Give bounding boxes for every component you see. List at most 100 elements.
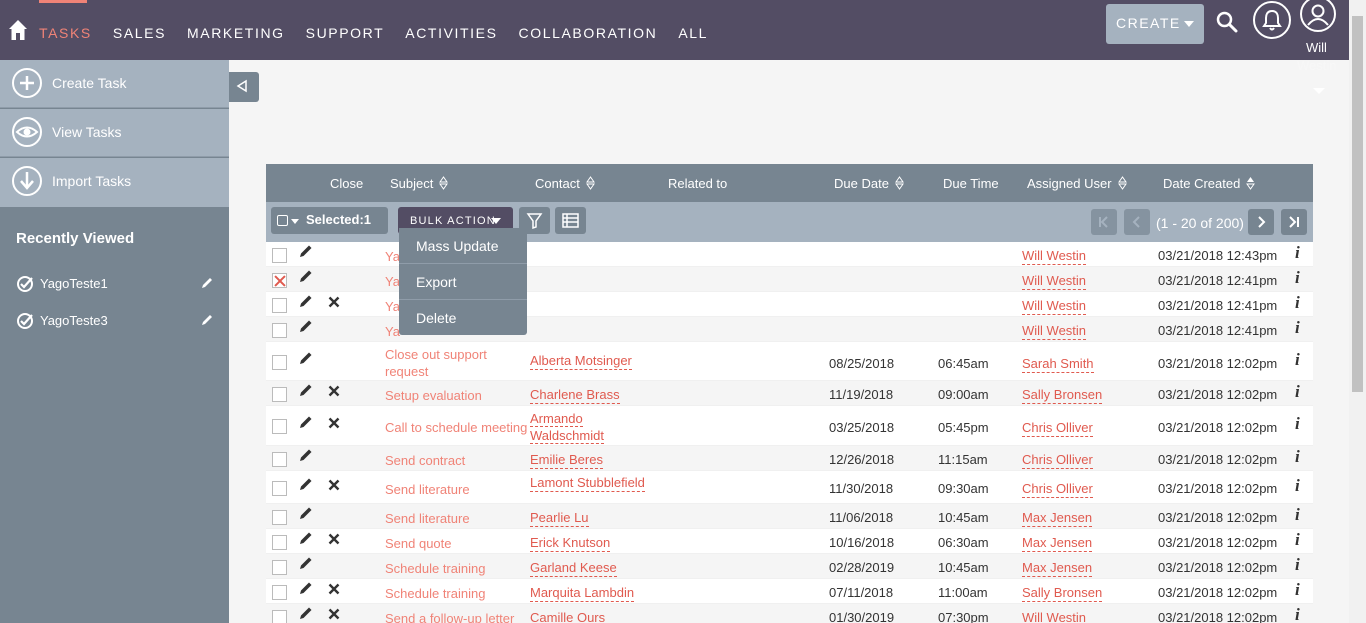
col-subject[interactable]: Subject xyxy=(390,176,449,191)
user-name[interactable]: Will xyxy=(1306,40,1327,55)
info-icon[interactable]: i xyxy=(1295,580,1300,600)
sidebar-create-task[interactable]: Create Task xyxy=(0,60,229,108)
close-icon[interactable] xyxy=(328,533,340,545)
task-subject[interactable]: Ya xyxy=(385,323,400,340)
row-checkbox[interactable] xyxy=(272,419,287,434)
pencil-icon[interactable] xyxy=(299,415,313,429)
task-assigned-user[interactable]: Will Westin xyxy=(1022,323,1087,340)
info-icon[interactable]: i xyxy=(1295,605,1300,623)
menu-mass-update[interactable]: Mass Update xyxy=(399,228,527,264)
info-icon[interactable]: i xyxy=(1295,243,1300,263)
pencil-icon[interactable] xyxy=(299,606,313,620)
task-assigned-user[interactable]: Sally Bronsen xyxy=(1022,387,1103,404)
home-icon[interactable] xyxy=(8,19,28,41)
prev-page-button[interactable] xyxy=(1124,209,1150,235)
first-page-button[interactable] xyxy=(1091,209,1117,235)
col-assigned-user[interactable]: Assigned User xyxy=(1027,176,1127,191)
row-checkbox[interactable] xyxy=(272,248,287,263)
nav-sales[interactable]: SALES xyxy=(113,25,166,41)
sidebar-collapse-button[interactable] xyxy=(229,72,259,102)
task-contact[interactable]: Marquita Lambdin xyxy=(530,585,635,602)
close-icon[interactable] xyxy=(328,583,340,595)
task-contact[interactable]: Pearlie Lu xyxy=(530,510,589,527)
user-menu-button[interactable] xyxy=(1300,0,1336,32)
close-icon[interactable] xyxy=(328,608,340,620)
pencil-icon[interactable] xyxy=(299,581,313,595)
task-subject[interactable]: Send literature xyxy=(385,481,470,498)
pencil-icon[interactable] xyxy=(200,276,214,290)
info-icon[interactable]: i xyxy=(1295,476,1300,496)
menu-delete[interactable]: Delete xyxy=(399,300,527,336)
task-contact[interactable]: Alberta Motsinger xyxy=(530,353,632,370)
sidebar-import-tasks[interactable]: Import Tasks xyxy=(0,158,229,207)
pencil-icon[interactable] xyxy=(299,351,313,365)
task-assigned-user[interactable]: Chris Olliver xyxy=(1022,452,1093,469)
close-icon[interactable] xyxy=(328,417,340,429)
pencil-icon[interactable] xyxy=(299,244,313,258)
row-checkbox[interactable] xyxy=(272,560,287,575)
task-subject[interactable]: Send a follow-up letter xyxy=(385,610,514,623)
row-checkbox[interactable] xyxy=(272,298,287,313)
row-checkbox[interactable] xyxy=(272,273,287,288)
task-subject[interactable]: Call to schedule meeting xyxy=(385,419,527,436)
pencil-icon[interactable] xyxy=(299,448,313,462)
row-checkbox[interactable] xyxy=(272,481,287,496)
recent-item[interactable]: YagoTeste3 xyxy=(16,311,214,331)
nav-all[interactable]: ALL xyxy=(678,25,708,41)
pencil-icon[interactable] xyxy=(299,477,313,491)
task-subject[interactable]: Ya xyxy=(385,248,400,265)
info-icon[interactable]: i xyxy=(1295,555,1300,575)
info-icon[interactable]: i xyxy=(1295,293,1300,313)
task-subject[interactable]: Close out support request xyxy=(385,346,487,380)
pencil-icon[interactable] xyxy=(299,319,313,333)
info-icon[interactable]: i xyxy=(1295,318,1300,338)
scrollbar-thumb[interactable] xyxy=(1352,16,1363,392)
last-page-button[interactable] xyxy=(1281,209,1307,235)
task-contact[interactable]: Charlene Brass xyxy=(530,387,620,404)
task-contact[interactable]: Armando Waldschmidt xyxy=(530,410,604,444)
col-due-date[interactable]: Due Date xyxy=(834,176,904,191)
task-subject[interactable]: Schedule training xyxy=(385,585,485,602)
nav-marketing[interactable]: MARKETING xyxy=(187,25,285,41)
col-date-created[interactable]: Date Created xyxy=(1163,176,1256,191)
task-contact[interactable]: Garland Keese xyxy=(530,560,617,577)
nav-collaboration[interactable]: COLLABORATION xyxy=(519,25,658,41)
row-checkbox[interactable] xyxy=(272,510,287,525)
task-subject[interactable]: Send quote xyxy=(385,535,452,552)
task-subject[interactable]: Setup evaluation xyxy=(385,387,482,404)
row-checkbox[interactable] xyxy=(272,585,287,600)
task-assigned-user[interactable]: Will Westin xyxy=(1022,273,1087,290)
row-checkbox[interactable] xyxy=(272,535,287,550)
nav-support[interactable]: SUPPORT xyxy=(306,25,385,41)
pencil-icon[interactable] xyxy=(299,506,313,520)
task-subject[interactable]: Ya xyxy=(385,273,400,290)
task-assigned-user[interactable]: Max Jensen xyxy=(1022,535,1093,552)
chevron-down-icon[interactable] xyxy=(1313,88,1325,94)
task-contact[interactable]: Emilie Beres xyxy=(530,452,603,469)
info-icon[interactable]: i xyxy=(1295,382,1300,402)
row-checkbox[interactable] xyxy=(272,387,287,402)
task-assigned-user[interactable]: Sally Bronsen xyxy=(1022,585,1103,602)
pencil-icon[interactable] xyxy=(299,269,313,283)
close-icon[interactable] xyxy=(328,385,340,397)
task-assigned-user[interactable]: Will Westin xyxy=(1022,248,1087,265)
close-icon[interactable] xyxy=(328,479,340,491)
column-chooser-button[interactable] xyxy=(555,207,586,234)
info-icon[interactable]: i xyxy=(1295,414,1300,434)
task-subject[interactable]: Send literature xyxy=(385,510,470,527)
row-checkbox[interactable] xyxy=(272,610,287,623)
pencil-icon[interactable] xyxy=(299,556,313,570)
pencil-icon[interactable] xyxy=(200,313,214,327)
task-assigned-user[interactable]: Max Jensen xyxy=(1022,560,1093,577)
select-dropdown[interactable]: Selected:1 xyxy=(271,207,388,234)
task-assigned-user[interactable]: Will Westin xyxy=(1022,610,1086,623)
sidebar-view-tasks[interactable]: View Tasks xyxy=(0,109,229,157)
recent-item[interactable]: YagoTeste1 xyxy=(16,274,214,294)
pencil-icon[interactable] xyxy=(299,294,313,308)
task-contact[interactable]: Camille Ours xyxy=(530,610,605,623)
row-checkbox[interactable] xyxy=(272,355,287,370)
info-icon[interactable]: i xyxy=(1295,350,1300,370)
info-icon[interactable]: i xyxy=(1295,447,1300,467)
task-contact[interactable]: Lamont Stubblefield xyxy=(530,475,645,492)
page-scrollbar[interactable] xyxy=(1349,0,1366,623)
